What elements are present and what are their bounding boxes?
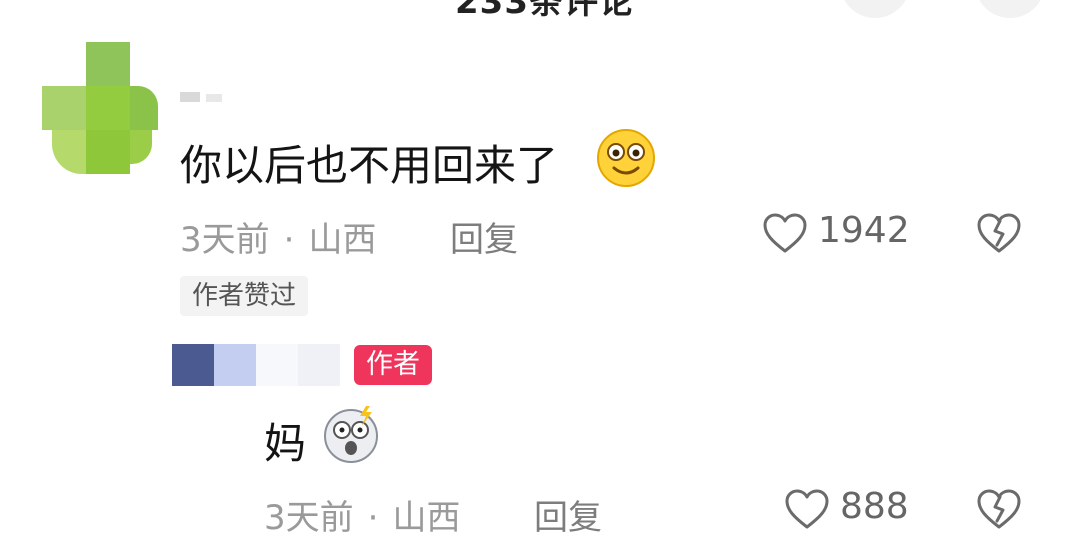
broken-heart-icon[interactable]: [976, 488, 1022, 530]
search-button[interactable]: [840, 0, 910, 18]
comment-location: 山西: [308, 220, 377, 260]
reply-button[interactable]: 回复: [534, 490, 602, 539]
broken-heart-icon[interactable]: [976, 212, 1022, 254]
username-blurred[interactable]: [180, 88, 252, 102]
comment-meta: 3天前 · 山西: [180, 212, 376, 261]
close-button[interactable]: [975, 0, 1045, 18]
comment-text: 你以后也不用回来了: [180, 132, 558, 193]
like-count: 1942: [818, 210, 910, 251]
reply-meta: 3天前 · 山西: [264, 490, 460, 539]
reply-button[interactable]: 回复: [450, 212, 518, 261]
heart-icon[interactable]: [784, 488, 830, 530]
heart-icon[interactable]: [762, 212, 808, 254]
avatar[interactable]: [42, 42, 158, 174]
smile-emoji-icon: [597, 129, 655, 187]
like-count: 888: [840, 486, 909, 527]
meta-separator: ·: [367, 498, 379, 538]
reply-time: 3天前: [264, 498, 354, 538]
comment-body: 你以后也不用回来了: [180, 141, 559, 190]
shocked-emoji-icon: [324, 406, 378, 463]
liked-by-author-badge: 作者赞过: [180, 276, 309, 316]
comments-count-title: 233条评论: [455, 0, 634, 22]
reply-location: 山西: [392, 498, 461, 538]
reply-author-name-blurred[interactable]: [172, 344, 352, 386]
reply-text: 妈: [264, 419, 307, 468]
author-badge: 作者: [354, 345, 432, 385]
comment-time: 3天前: [180, 220, 270, 260]
meta-separator: ·: [283, 220, 295, 260]
